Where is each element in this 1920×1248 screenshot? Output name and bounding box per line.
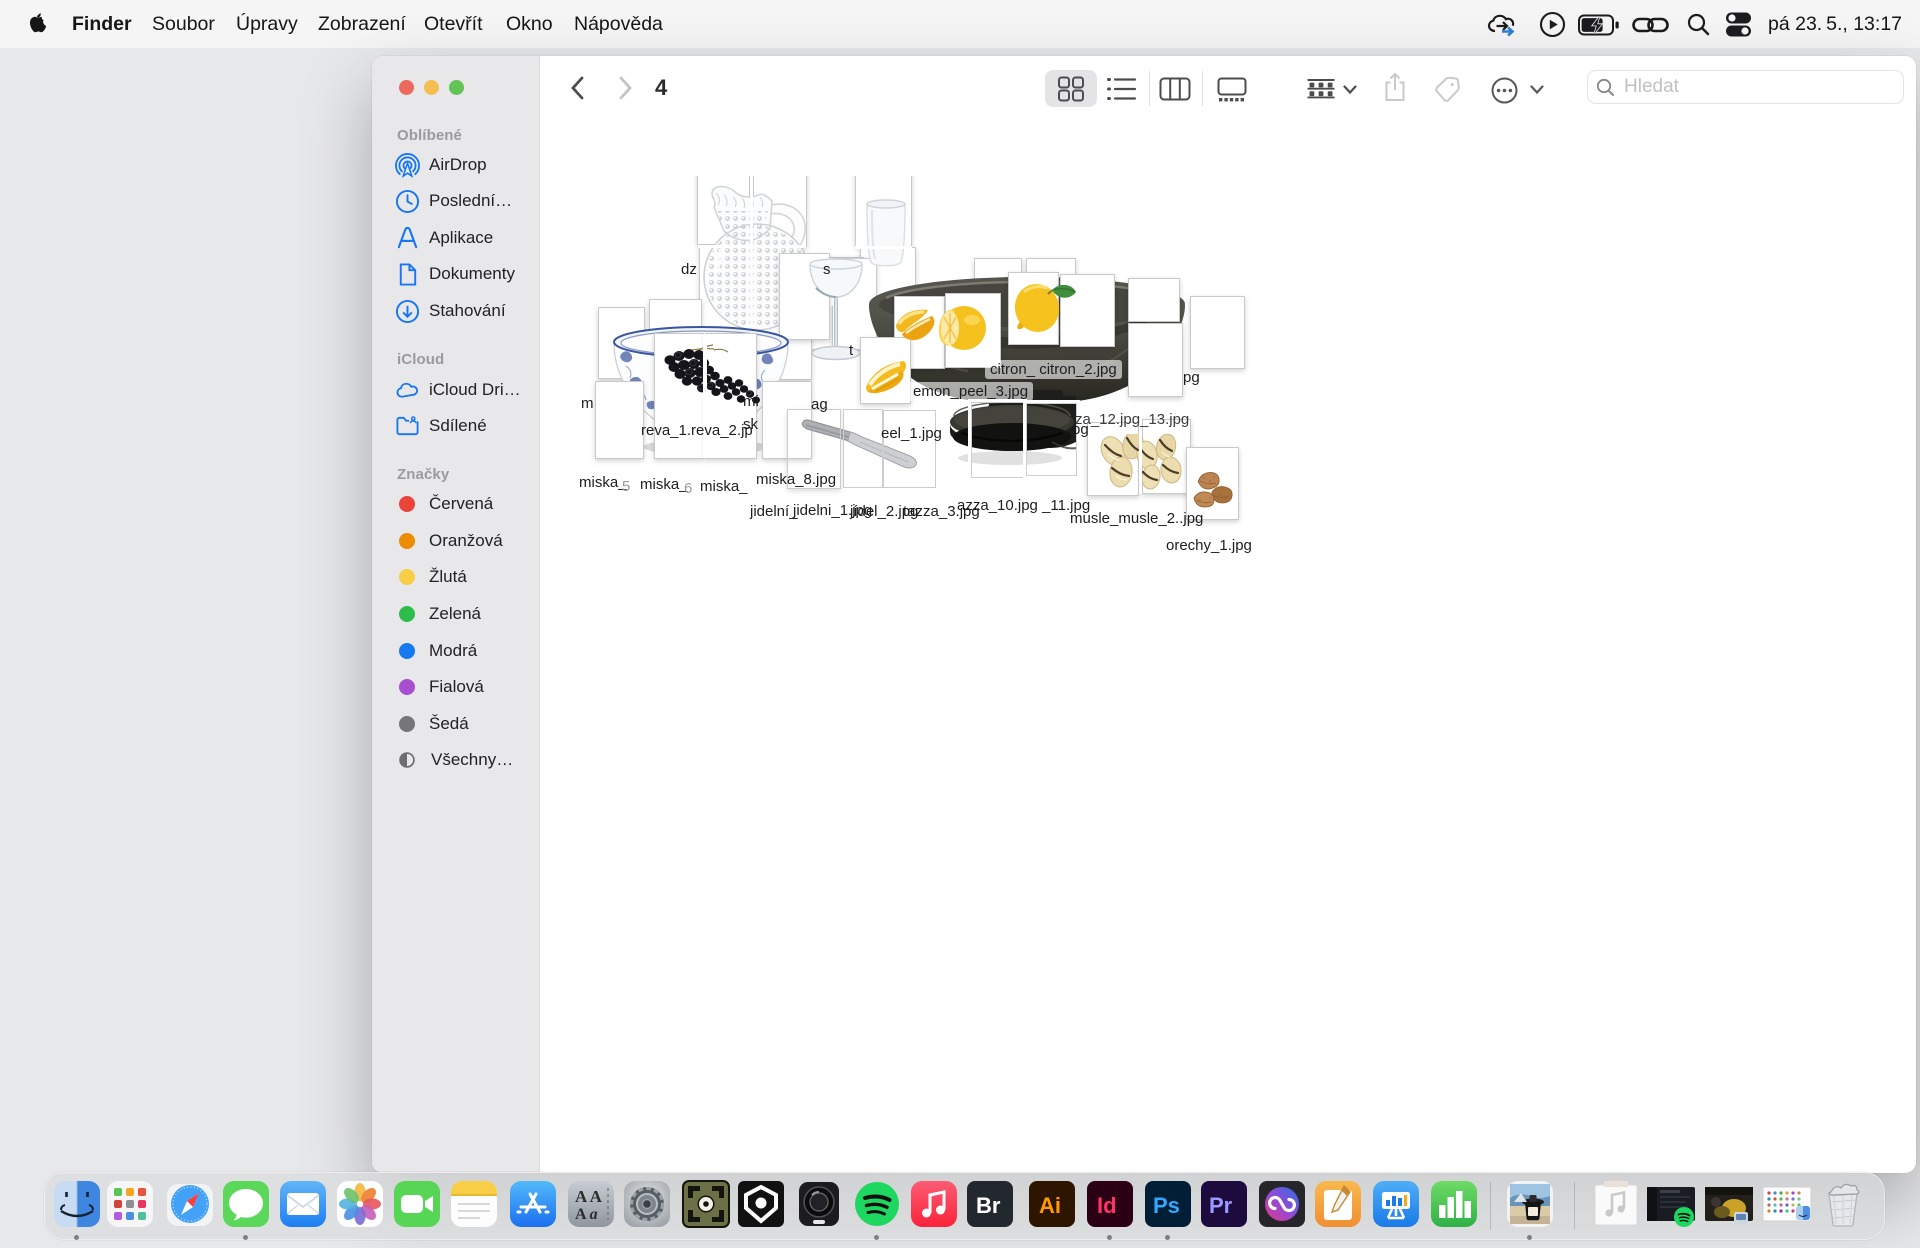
svg-text:Br: Br: [976, 1193, 1001, 1218]
svg-text:Ai: Ai: [1039, 1193, 1061, 1218]
svg-text:Pr: Pr: [1209, 1193, 1233, 1218]
svg-text:A A: A A: [575, 1187, 603, 1206]
svg-text:Ps: Ps: [1153, 1193, 1180, 1218]
svg-text:Id: Id: [1097, 1193, 1117, 1218]
svg-text:A a: A a: [575, 1206, 598, 1223]
